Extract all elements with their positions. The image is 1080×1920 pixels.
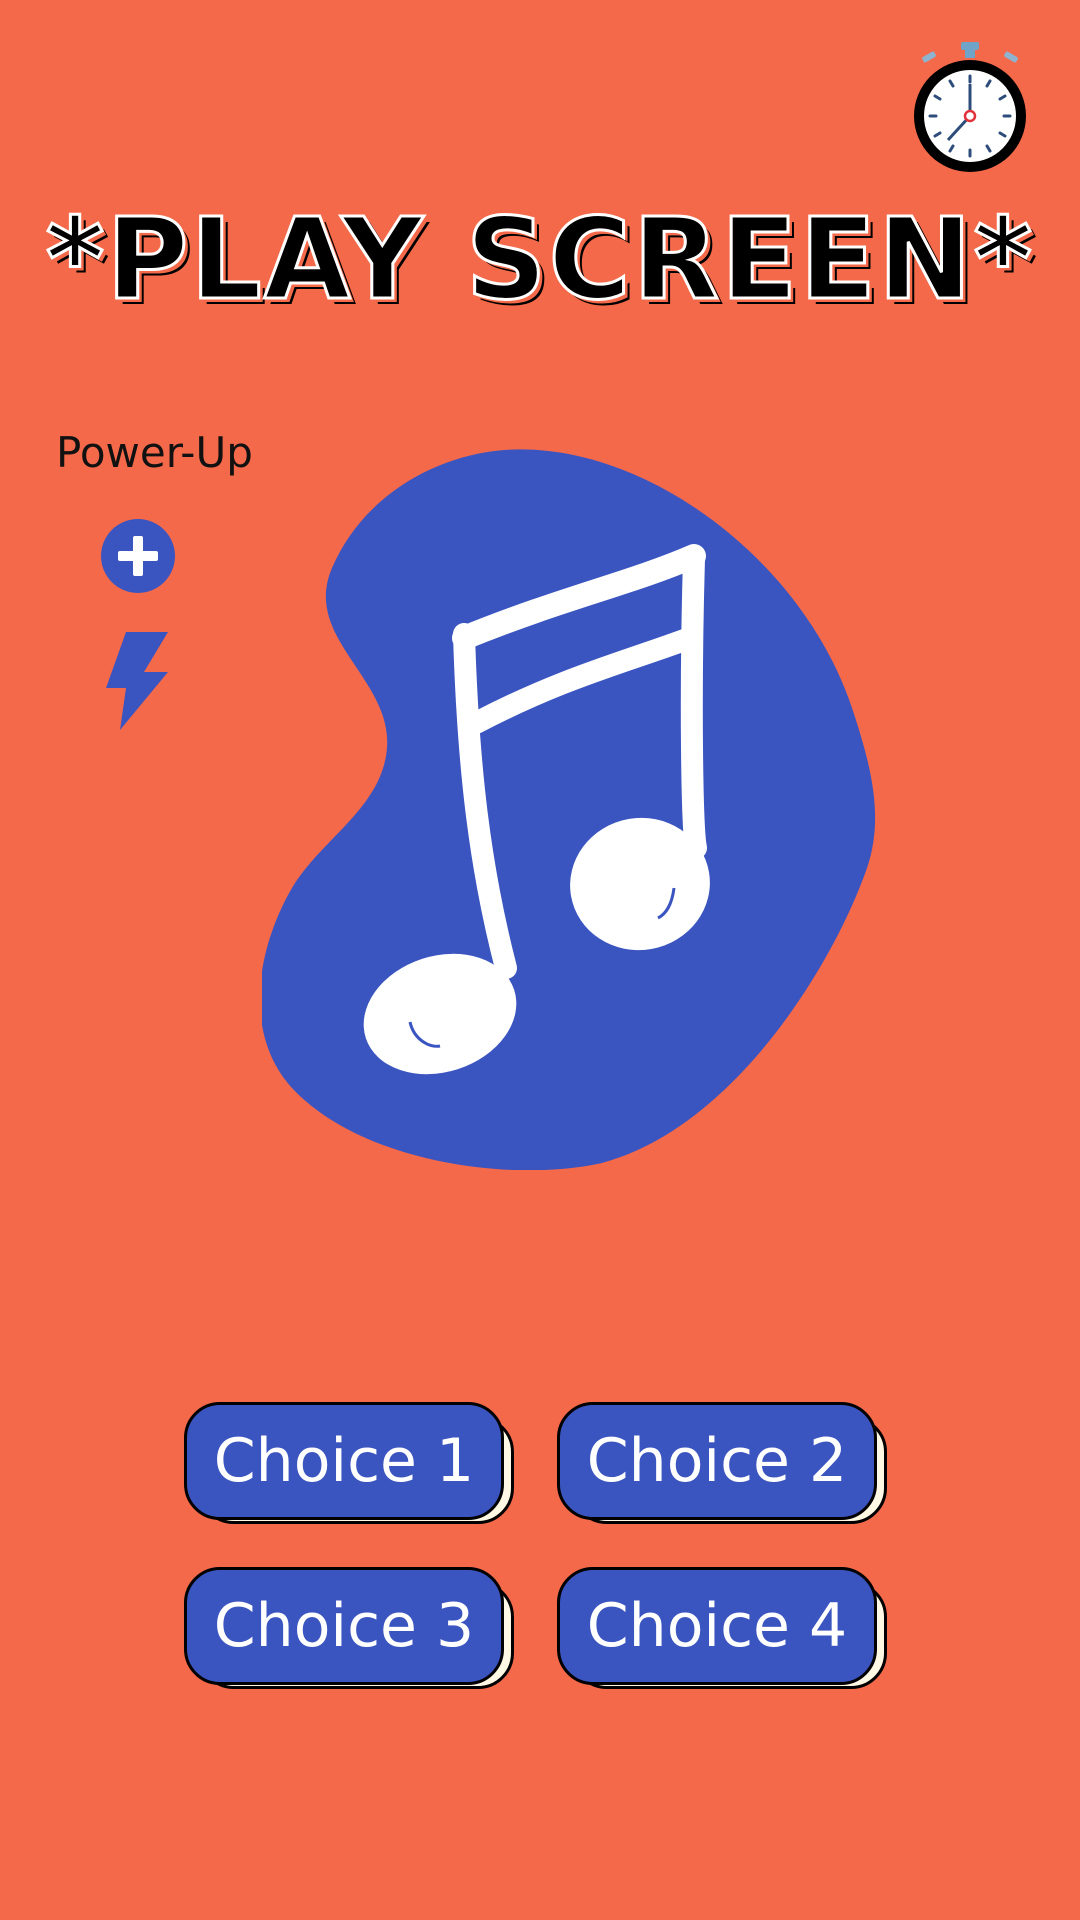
choice-2-label[interactable]: Choice 2: [557, 1402, 877, 1520]
stopwatch-icon: [908, 40, 1032, 178]
choice-2-button[interactable]: Choice 2: [557, 1402, 887, 1524]
choice-1-button[interactable]: Choice 1: [184, 1402, 514, 1524]
choice-3-button[interactable]: Choice 3: [184, 1567, 514, 1689]
music-note-icon: [259, 448, 880, 1171]
choice-4-button[interactable]: Choice 4: [557, 1567, 887, 1689]
plus-icon[interactable]: [100, 518, 176, 594]
choice-1-label[interactable]: Choice 1: [184, 1402, 504, 1520]
lightning-bolt-icon[interactable]: [104, 628, 172, 732]
powerup-label: Power-Up: [56, 428, 253, 477]
choice-4-label[interactable]: Choice 4: [557, 1567, 877, 1685]
page-title: *PLAY SCREEN*: [44, 194, 1035, 327]
choice-3-label[interactable]: Choice 3: [184, 1567, 504, 1685]
